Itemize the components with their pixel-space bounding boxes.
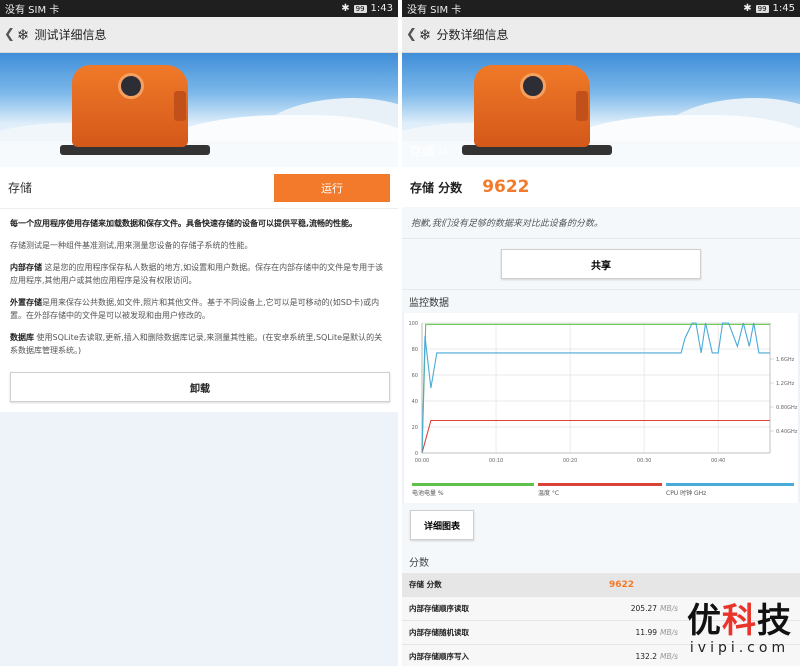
title-bar: ❮ ❄ 测试详细信息 xyxy=(0,17,398,53)
hero-image: 存储 1.0 xyxy=(402,53,800,167)
battery-icon: 99 xyxy=(353,4,367,13)
clock-text: 1:43 xyxy=(370,3,393,14)
comparison-notice: 抱歉,我们没有足够的数据来对比此设备的分数。 xyxy=(402,207,800,239)
scores-section-title: 分数 xyxy=(402,549,800,573)
status-bar: 没有 SIM 卡 ✱ 99 1:45 xyxy=(402,0,800,17)
score-label: 存储 分数 xyxy=(410,180,463,195)
database-title: 数据库 xyxy=(10,333,34,342)
legend-label: 电池电量 % xyxy=(412,490,444,497)
monitor-chart-svg: 0 20 40 60 80 100 00:00 00:10 00:20 00:30 00:40 0.4… xyxy=(408,321,798,464)
watermark-char-3: 技 xyxy=(757,601,792,641)
y-tick-label-right: 1.2GHz xyxy=(776,381,795,387)
test-description: 每一个应用程序使用存储来加载数据和保存文件。具备快速存储的设备可以提供平稳,流畅… xyxy=(0,209,398,372)
score-name: 内部存储顺序读取 xyxy=(409,604,469,613)
score-number: 132.2 xyxy=(635,652,657,661)
score-name: 内部存储随机读取 xyxy=(409,628,469,637)
run-button[interactable]: 运行 xyxy=(274,173,390,202)
score-details-screen: 没有 SIM 卡 ✱ 99 1:45 ❮ ❄ 分数详细信息 存储 1.0 存储 分… xyxy=(402,0,800,666)
snowflake-logo-icon: ❄ xyxy=(418,25,432,44)
monitor-chart: 0 20 40 60 80 100 00:00 00:10 00:20 00:30 00:40 0.4… xyxy=(404,313,798,503)
detail-chart-button[interactable]: 详细图表 xyxy=(410,510,474,540)
page-title: 测试详细信息 xyxy=(34,28,107,42)
y-tick-label-left: 40 xyxy=(412,399,418,405)
watermark-logo: 优科技 ivipi.com xyxy=(687,602,792,656)
carrier-text: 没有 SIM 卡 xyxy=(5,5,60,16)
hero-image xyxy=(0,53,398,167)
database-text: 使用SQLite去读取,更新,插入和删除数据库记录,来测量其性能。(在安卓系统里… xyxy=(10,333,383,355)
legend-swatch xyxy=(666,483,794,486)
score-number: 9622 xyxy=(609,579,635,590)
score-unit: MB/s xyxy=(660,628,679,637)
title-bar: ❮ ❄ 分数详细信息 xyxy=(402,17,800,53)
back-arrow-icon[interactable]: ❮ xyxy=(4,27,15,42)
test-name: 存储 xyxy=(8,181,33,195)
legend-swatch xyxy=(538,483,662,486)
hero-test-label: 存储 1.0 xyxy=(410,144,448,158)
chart-legend: 电池电量 % 温度 °C CPU 时钟 GHz xyxy=(404,483,798,503)
monitor-section-title: 监控数据 xyxy=(402,289,800,313)
series-line-0 xyxy=(421,323,770,454)
back-arrow-icon[interactable]: ❮ xyxy=(406,27,417,42)
carrier-text: 没有 SIM 卡 xyxy=(407,5,462,16)
internal-storage-title: 内部存储 xyxy=(10,263,42,272)
test-details-screen: 没有 SIM 卡 ✱ 99 1:43 ❮ ❄ 测试详细信息 存储 运行 每一个应… xyxy=(0,0,398,666)
y-tick-label-left: 60 xyxy=(412,373,418,379)
external-storage-title: 外置存储 xyxy=(10,298,42,307)
legend-label: CPU 时钟 GHz xyxy=(666,490,707,497)
x-tick-label: 00:20 xyxy=(563,458,577,464)
snowflake-logo-icon: ❄ xyxy=(16,25,30,44)
bluetooth-icon: ✱ xyxy=(743,3,752,14)
legend-item: CPU 时钟 GHz xyxy=(666,483,794,503)
legend-item: 电池电量 % xyxy=(412,483,534,503)
cabin-illustration xyxy=(72,65,188,147)
series-line-2 xyxy=(421,322,770,454)
series-line-1 xyxy=(421,419,770,454)
external-storage-text: 是用来保存公共数据,如文件,照片和其他文件。基于不同设备上,它可以是可移动的(如… xyxy=(10,298,380,320)
y-tick-label-left: 20 xyxy=(412,425,418,431)
internal-storage-text: 这是您的应用程序保存私人数据的地方,如设置和用户数据。保存在内部存储中的文件是专… xyxy=(10,263,384,285)
x-tick-label: 00:10 xyxy=(489,458,503,464)
score-name: 存储 分数 xyxy=(409,580,442,589)
score-table-row: 存储 分数 9622 xyxy=(402,573,800,597)
watermark-char-1: 优 xyxy=(687,601,722,641)
legend-swatch xyxy=(412,483,534,486)
y-tick-label-left: 100 xyxy=(408,321,418,327)
cabin-illustration xyxy=(474,65,590,147)
version-label: 1.0 xyxy=(438,148,448,155)
y-tick-label-right: 0.40GHz xyxy=(776,429,798,435)
description-intro: 存储测试是一种组件基准测试,用来测量您设备的存储子系统的性能。 xyxy=(10,241,253,250)
score-number: 205.27 xyxy=(630,604,657,613)
bluetooth-icon: ✱ xyxy=(341,3,350,14)
score-value: 9622 xyxy=(482,177,530,197)
legend-item: 温度 °C xyxy=(538,483,662,503)
score-number: 11.99 xyxy=(635,628,657,637)
description-lead: 每一个应用程序使用存储来加载数据和保存文件。具备快速存储的设备可以提供平稳,流畅… xyxy=(10,219,358,228)
status-bar: 没有 SIM 卡 ✱ 99 1:43 xyxy=(0,0,398,17)
page-title: 分数详细信息 xyxy=(436,28,509,42)
battery-icon: 99 xyxy=(755,4,769,13)
x-tick-label: 00:30 xyxy=(637,458,651,464)
test-header-row: 存储 运行 xyxy=(0,167,398,209)
score-row: 存储 分数 9622 xyxy=(402,167,800,207)
x-tick-label: 00:00 xyxy=(415,458,429,464)
legend-label: 温度 °C xyxy=(538,490,560,497)
y-tick-label-right: 1.6GHz xyxy=(776,357,795,363)
score-name: 内部存储顺序写入 xyxy=(409,652,469,661)
watermark-char-2: 科 xyxy=(722,601,757,641)
share-button[interactable]: 共享 xyxy=(501,249,701,279)
y-tick-label-right: 0.80GHz xyxy=(776,405,798,411)
x-tick-label: 00:40 xyxy=(711,458,725,464)
watermark-domain: ivipi.com xyxy=(689,640,790,656)
y-tick-label-left: 80 xyxy=(412,347,418,353)
score-unit: MB/s xyxy=(660,604,679,613)
y-tick-label-left: 0 xyxy=(415,451,418,457)
uninstall-button[interactable]: 卸载 xyxy=(10,372,390,402)
score-unit: MB/s xyxy=(660,652,679,661)
clock-text: 1:45 xyxy=(772,3,795,14)
